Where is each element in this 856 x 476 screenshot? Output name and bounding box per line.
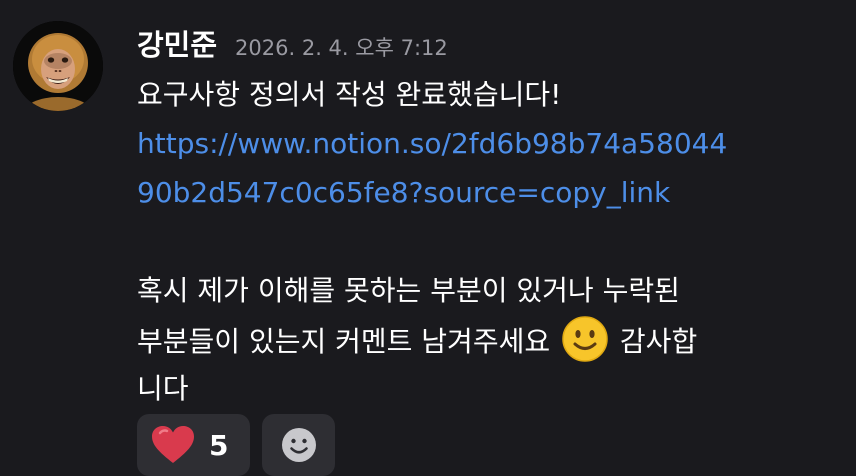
reactions-bar: 5	[137, 414, 335, 476]
reaction-count: 5	[209, 428, 229, 462]
message-line: 요구사항 정의서 작성 완료했습니다!	[137, 78, 562, 111]
add-reaction-smiley-icon	[281, 428, 316, 462]
notion-link[interactable]: https://www.notion.so/2fd6b98b74a58044	[137, 127, 727, 160]
timestamp: 2026. 2. 4. 오후 7:12	[235, 36, 448, 60]
message-line: 부분들이 있는지 커멘트 남겨주세요 감사합	[137, 315, 837, 364]
monkey-avatar-image	[13, 21, 103, 111]
chat-message: 강민준 2026. 2. 4. 오후 7:12 요구사항 정의서 작성 완료했습…	[0, 0, 856, 476]
author-name[interactable]: 강민준	[137, 22, 217, 64]
message-text: 부분들이 있는지 커멘트 남겨주세요	[137, 325, 551, 358]
message-text: 감사합	[619, 325, 698, 358]
notion-link-continued[interactable]: 90b2d547c0c65fe8?source=copy_link	[137, 176, 670, 209]
message-body: 요구사항 정의서 작성 완료했습니다! https://www.notion.s…	[137, 70, 837, 413]
message-line: 니다	[137, 372, 189, 405]
message-line: 혹시 제가 이해를 못하는 부분이 있거나 누락된	[137, 274, 680, 307]
heart-reaction-chip[interactable]: 5	[137, 414, 250, 476]
avatar[interactable]	[13, 21, 103, 111]
message-header: 강민준 2026. 2. 4. 오후 7:12	[137, 22, 448, 66]
add-reaction-button[interactable]	[262, 414, 335, 476]
red-heart-icon	[152, 426, 194, 463]
slightly-smiling-face-icon	[562, 316, 608, 362]
